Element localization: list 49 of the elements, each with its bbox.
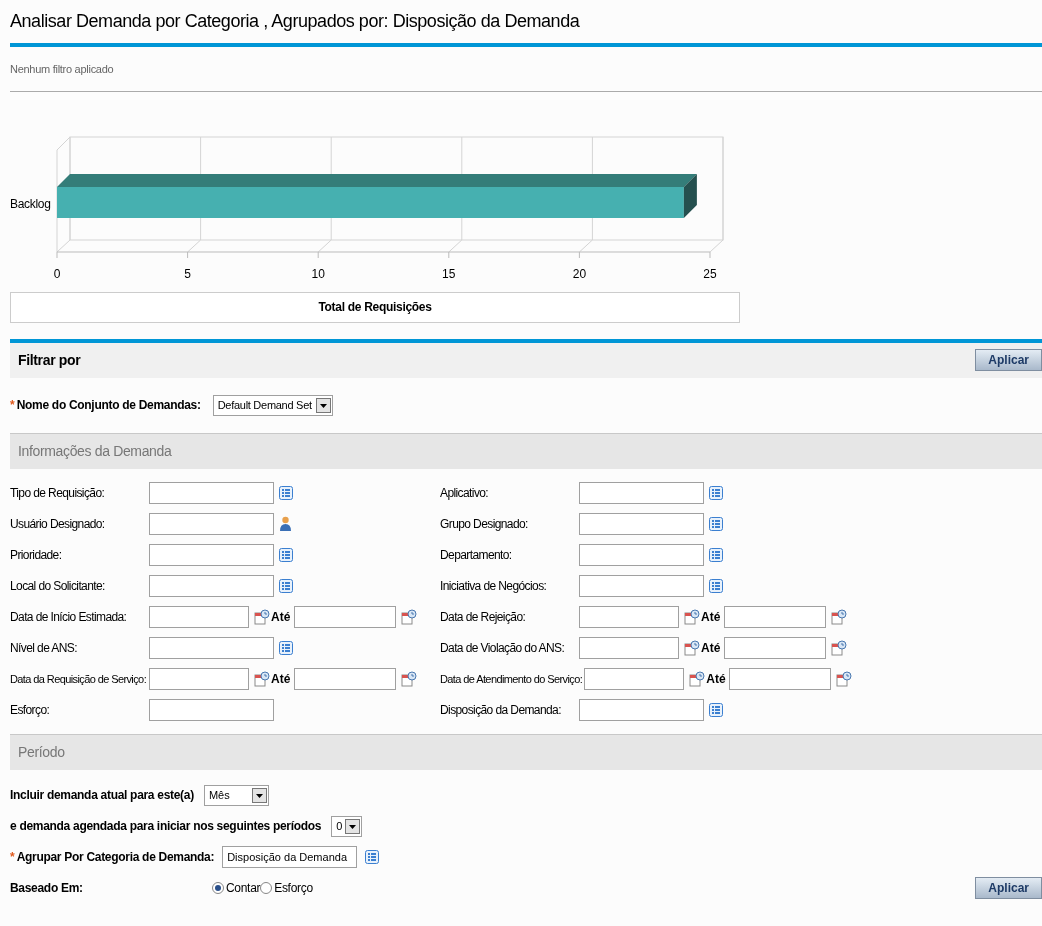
required-mark: *	[10, 849, 15, 866]
page-title: Analisar Demanda por Categoria , Agrupados por: Disposição da Demanda	[10, 10, 581, 32]
radio-option[interactable]: Esforço	[260, 879, 313, 897]
tick-label: 10	[311, 265, 325, 283]
period-dropdown[interactable]: Mês	[203, 784, 269, 806]
tick-label: 15	[442, 265, 456, 283]
required-mark: *	[10, 397, 15, 414]
range-separator: Até	[271, 609, 292, 626]
tick-label: 25	[703, 265, 717, 283]
field-label: Data de Atendimento do Serviço:	[440, 671, 584, 687]
range-separator: Até	[271, 671, 292, 688]
field-label: Iniciativa de Negócios:	[440, 578, 548, 595]
field-label: Local do Solicitante:	[10, 578, 106, 595]
radio-option[interactable]: Contar	[212, 879, 261, 897]
range-separator: Até	[701, 640, 722, 657]
field-label: Tipo de Requisição:	[10, 485, 106, 502]
field-label: Nome do Conjunto de Demandas:	[16, 397, 201, 414]
field-label: Data de Início Estimada:	[10, 609, 128, 626]
apply-button[interactable]: Aplicar	[975, 349, 1042, 371]
field-label: Grupo Designado:	[440, 516, 529, 533]
category-label: Backlog	[10, 195, 51, 213]
range-separator: Até	[706, 671, 727, 688]
field-label: Usuário Designado:	[10, 516, 106, 533]
filter-note: Nenhum filtro aplicado	[10, 62, 115, 77]
input-field[interactable]: Disposição da Demanda	[222, 846, 358, 868]
axis-title: Total de Requisições	[318, 299, 432, 316]
tick-label: 20	[572, 265, 587, 283]
field-label: Departamento:	[440, 547, 513, 564]
field-label: Esforço:	[10, 702, 51, 719]
field-label: e demanda agendada para iniciar nos seguintes períodos	[10, 818, 322, 835]
section-title: Informações da Demanda	[18, 441, 172, 461]
section-title: Período	[18, 742, 65, 762]
field-label: Data da Requisição de Serviço:	[10, 671, 148, 687]
field-label: Incluir demanda atual para este(a)	[10, 787, 194, 804]
field-label: Data de Rejeição:	[440, 609, 527, 626]
period-count-dropdown[interactable]: 0	[331, 815, 363, 837]
tick-label: 5	[184, 265, 191, 283]
field-label: Prioridade:	[10, 547, 63, 564]
field-label: Baseado Em:	[10, 880, 83, 897]
demand-set-dropdown[interactable]: Default Demand Set	[212, 394, 333, 416]
field-label: Disposição da Demanda:	[440, 702, 562, 719]
field-label: Nível de ANS:	[10, 640, 78, 657]
apply-button[interactable]: Aplicar	[975, 877, 1042, 899]
field-label: Data de Violação do ANS:	[440, 640, 566, 657]
field-label: Aplicativo:	[440, 485, 490, 502]
field-label: Agrupar Por Categoria de Demanda:	[16, 849, 215, 866]
section-title: Filtrar por	[18, 350, 81, 370]
range-separator: Até	[701, 609, 722, 626]
tick-label: 0	[53, 265, 61, 283]
